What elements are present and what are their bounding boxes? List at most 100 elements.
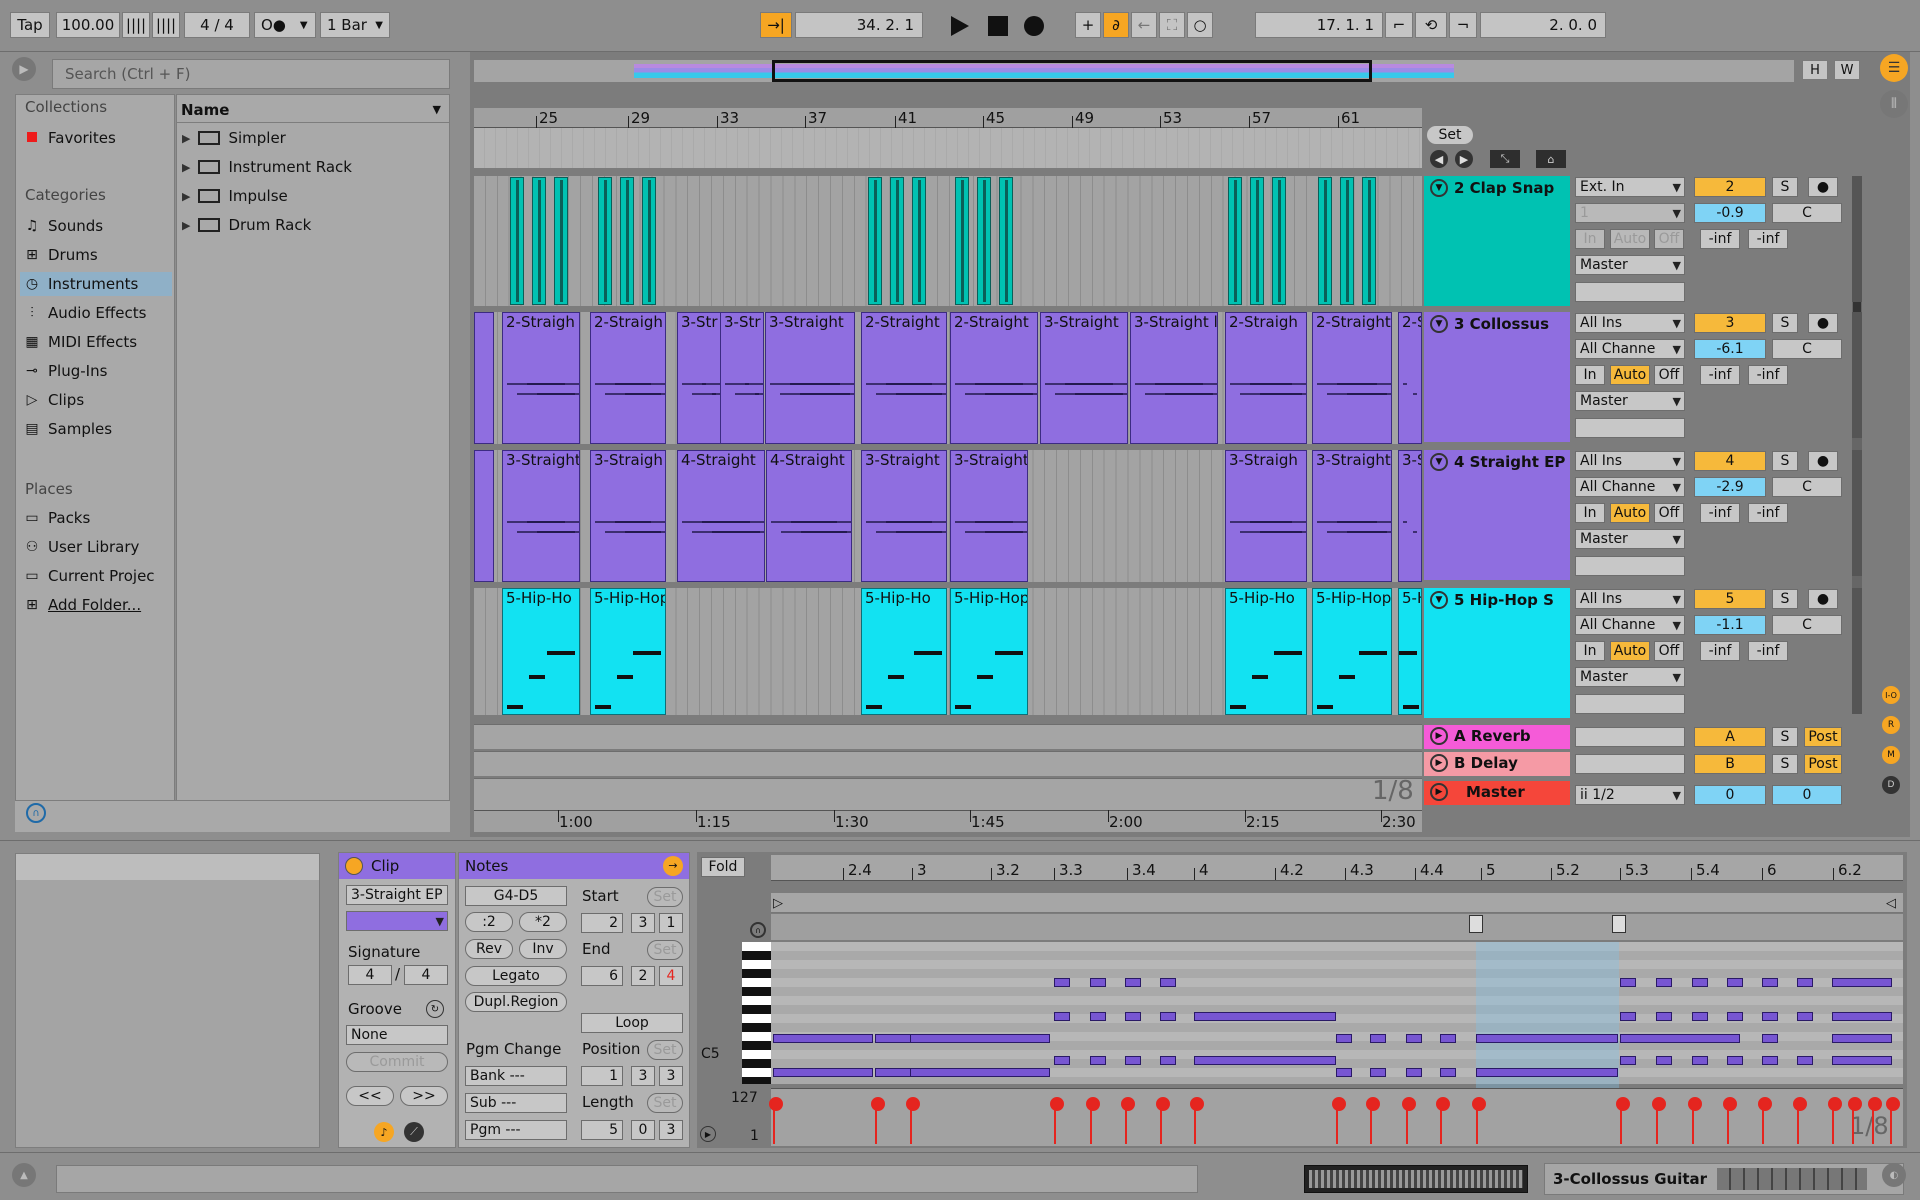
- midi-clip[interactable]: 2-Straigh: [502, 312, 580, 444]
- position-set-button[interactable]: Set: [647, 1040, 683, 1060]
- midi-note[interactable]: [1832, 1034, 1892, 1043]
- velocity-marker[interactable]: [1758, 1097, 1772, 1144]
- monitor-auto-button[interactable]: Auto: [1610, 365, 1650, 385]
- draw-mode-icon[interactable]: ⤡: [1490, 150, 1520, 168]
- midi-clip[interactable]: 3-Straight: [765, 312, 855, 444]
- midi-clip-partial[interactable]: [474, 312, 494, 444]
- midi-note[interactable]: [1194, 1056, 1336, 1065]
- end-bar-field[interactable]: 6: [581, 966, 623, 986]
- sidebar-item-midi-effects[interactable]: ▦ MIDI Effects: [20, 330, 172, 354]
- midi-clip[interactable]: 3-Straight: [1040, 312, 1128, 444]
- groove-select[interactable]: None: [346, 1025, 448, 1045]
- track-volume-field[interactable]: -1.1: [1694, 615, 1766, 635]
- song-position-field[interactable]: 34. 2. 1: [795, 12, 923, 38]
- overview-bar[interactable]: [474, 60, 1794, 82]
- monitor-in-button[interactable]: In: [1575, 503, 1605, 523]
- midi-note[interactable]: [1476, 1034, 1618, 1043]
- midi-note[interactable]: [1090, 1056, 1106, 1065]
- browser-item-drum-rack[interactable]: ▶ Drum Rack: [182, 213, 311, 237]
- sidebar-item-sounds[interactable]: ♫ Sounds: [20, 214, 172, 238]
- midi-note[interactable]: [1762, 1056, 1778, 1065]
- play-button[interactable]: [951, 16, 969, 36]
- midi-note[interactable]: [1160, 1056, 1176, 1065]
- return-a-post-button[interactable]: Post: [1804, 727, 1842, 747]
- midi-note[interactable]: [1160, 1012, 1176, 1021]
- return-a-letter[interactable]: A: [1694, 727, 1766, 747]
- track-solo-button[interactable]: S: [1772, 451, 1798, 471]
- master-pan-field[interactable]: 0: [1772, 785, 1842, 805]
- master-output-select[interactable]: ii 1/2: [1575, 785, 1685, 805]
- track-header[interactable]: ▼ 4 Straight EP: [1424, 450, 1570, 580]
- end-marker-flag[interactable]: [1612, 915, 1626, 933]
- clap-clip[interactable]: [510, 177, 524, 305]
- length-bar-field[interactable]: 5: [581, 1120, 623, 1140]
- return-b-solo-button[interactable]: S: [1772, 754, 1798, 774]
- end-beat-field[interactable]: 2: [631, 966, 655, 986]
- return-b-output[interactable]: [1575, 754, 1685, 774]
- automation-arm-button[interactable]: ∂: [1103, 12, 1129, 38]
- midi-note[interactable]: [1762, 1012, 1778, 1021]
- midi-clip[interactable]: 2-S: [1398, 312, 1422, 444]
- track-volume-field[interactable]: -2.9: [1694, 477, 1766, 497]
- clap-clip[interactable]: [890, 177, 904, 305]
- midi-note[interactable]: [1406, 1068, 1422, 1077]
- midi-note[interactable]: [1727, 978, 1743, 987]
- commit-button[interactable]: Commit: [346, 1052, 448, 1072]
- track-arm-button[interactable]: ●: [1808, 589, 1838, 609]
- track-output-select[interactable]: Master: [1575, 391, 1685, 411]
- delay-toggle-icon[interactable]: D: [1882, 776, 1900, 794]
- loop-brace-area[interactable]: [474, 128, 1422, 168]
- return-toggle-icon[interactable]: R: [1882, 716, 1900, 734]
- track-activator-number[interactable]: 5: [1694, 589, 1766, 609]
- track-activator-number[interactable]: 3: [1694, 313, 1766, 333]
- monitor-auto-button[interactable]: Auto: [1610, 641, 1650, 661]
- midi-note-icon[interactable]: ♪: [374, 1122, 394, 1142]
- master-header[interactable]: ▶ Master: [1424, 781, 1570, 805]
- track-activator-number[interactable]: 4: [1694, 451, 1766, 471]
- loop-button[interactable]: Loop: [581, 1013, 683, 1033]
- next-locator-icon[interactable]: ▶: [1455, 150, 1473, 168]
- return-a-solo-button[interactable]: S: [1772, 727, 1798, 747]
- midi-clip[interactable]: 5-H: [1398, 588, 1422, 715]
- groove-hotswap-icon[interactable]: ↻: [426, 1000, 444, 1018]
- track-solo-button[interactable]: S: [1772, 177, 1798, 197]
- velocity-marker[interactable]: [1828, 1097, 1842, 1144]
- midi-note[interactable]: [1090, 1012, 1106, 1021]
- midi-note[interactable]: [1125, 978, 1141, 987]
- sidebar-item-instruments[interactable]: ◷ Instruments: [20, 272, 172, 296]
- track-input-select[interactable]: All Ins: [1575, 313, 1685, 333]
- track-output-select[interactable]: Master: [1575, 667, 1685, 687]
- midi-note[interactable]: [1620, 1056, 1636, 1065]
- midi-clip[interactable]: 3-Str: [720, 312, 764, 444]
- info-toggle-icon[interactable]: ▲: [12, 1163, 36, 1187]
- velocity-marker[interactable]: [1156, 1097, 1170, 1144]
- sidebar-item-samples[interactable]: ▤ Samples: [20, 417, 172, 441]
- clap-clip[interactable]: [1272, 177, 1286, 305]
- nudge-down-button[interactable]: ||||: [122, 12, 150, 38]
- clap-clip[interactable]: [1340, 177, 1354, 305]
- name-column-header[interactable]: Name ▼: [177, 97, 449, 123]
- velocity-marker[interactable]: [906, 1097, 920, 1144]
- return-b-letter[interactable]: B: [1694, 754, 1766, 774]
- midi-clip[interactable]: 2-Straight: [950, 312, 1038, 444]
- midi-note[interactable]: [1440, 1034, 1456, 1043]
- midi-note[interactable]: [910, 1034, 1050, 1043]
- nudge-up-button[interactable]: ||||: [152, 12, 180, 38]
- track-pan-field[interactable]: C: [1772, 477, 1842, 497]
- midi-note[interactable]: [1656, 1056, 1672, 1065]
- midi-clip[interactable]: 3-Straight: [950, 450, 1028, 582]
- track-fold-icon[interactable]: ▼: [1430, 591, 1448, 609]
- loop-switch-button[interactable]: ⟲: [1415, 12, 1447, 38]
- position-beat-field[interactable]: 3: [631, 1066, 655, 1086]
- envelope-icon[interactable]: ⟋: [404, 1122, 424, 1142]
- hamburger-menu-icon[interactable]: ☰: [1880, 54, 1908, 82]
- track-channel-select[interactable]: All Channe: [1575, 339, 1685, 359]
- midi-note[interactable]: [1476, 1068, 1618, 1077]
- start-marker-flag[interactable]: [1469, 915, 1483, 933]
- signature-numerator[interactable]: 4: [348, 965, 392, 985]
- velocity-marker[interactable]: [1086, 1097, 1100, 1144]
- overview-w-button[interactable]: W: [1834, 60, 1860, 80]
- track-fold-icon[interactable]: ▼: [1430, 315, 1448, 333]
- editor-loop-bar[interactable]: [771, 893, 1903, 913]
- midi-clip[interactable]: 3-Straight l: [1130, 312, 1218, 444]
